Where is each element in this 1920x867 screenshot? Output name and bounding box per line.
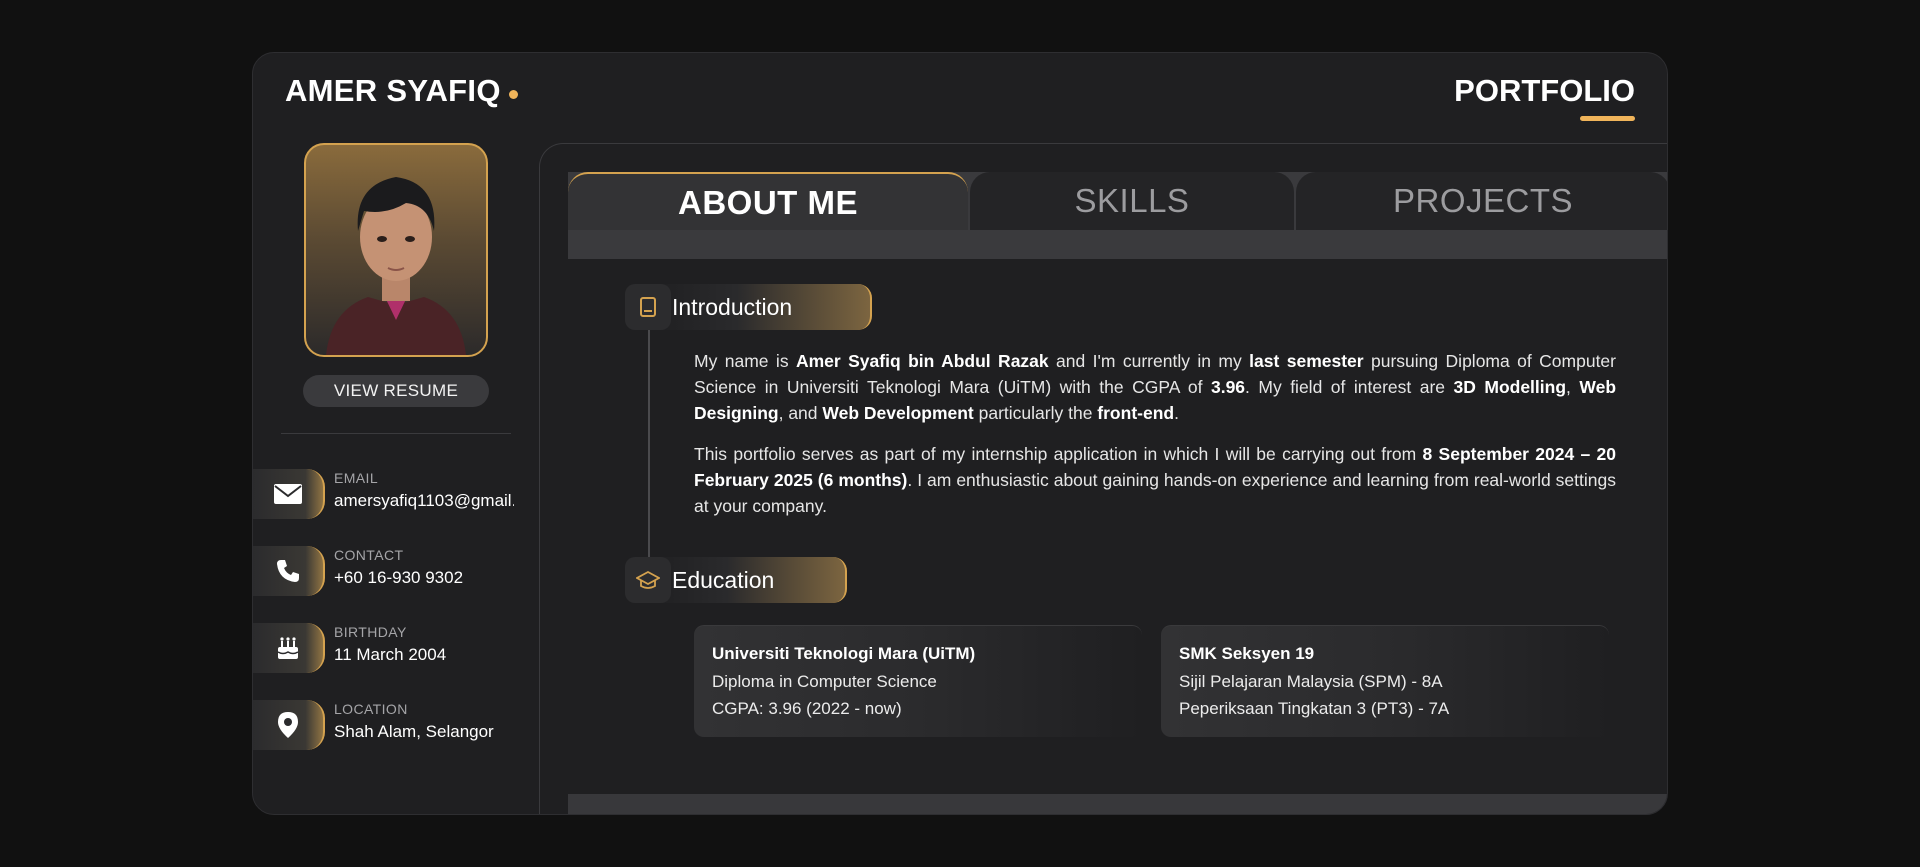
main-panel: ABOUT ME SKILLS PROJECTS Introduction My… xyxy=(539,143,1667,814)
portfolio-heading: PORTFOLIO xyxy=(1454,73,1635,108)
grade: CGPA: 3.96 (2022 - now) xyxy=(712,699,902,718)
tab-projects[interactable]: PROJECTS xyxy=(1296,172,1667,230)
education-card-smk: SMK Seksyen 19 Sijil Pelajaran Malaysia … xyxy=(1161,625,1609,737)
content-footer-bar xyxy=(568,794,1667,814)
contact-label: CONTACT xyxy=(334,547,404,563)
brand-name: AMER SYAFIQ xyxy=(285,73,501,108)
contact-birthday: BIRTHDAY 11 March 2004 xyxy=(253,623,523,673)
contact-phone: CONTACT +60 16-930 9302 xyxy=(253,546,523,596)
contact-location: LOCATION Shah Alam, Selangor xyxy=(253,700,523,750)
book-icon xyxy=(625,284,671,330)
tab-skills[interactable]: SKILLS xyxy=(970,172,1294,230)
tab-about-me[interactable]: ABOUT ME xyxy=(568,172,968,230)
birthday-label: BIRTHDAY xyxy=(334,624,407,640)
introduction-heading: Introduction xyxy=(648,284,872,330)
birthday-value: 11 March 2004 xyxy=(334,645,447,664)
contact-email: EMAIL amersyafiq1103@gmail.com xyxy=(253,469,523,519)
sidebar-divider xyxy=(281,433,511,434)
qualification: Diploma in Computer Science xyxy=(712,672,937,691)
brand-dot xyxy=(508,90,518,100)
timeline-line xyxy=(648,319,650,579)
tab-bar: ABOUT ME SKILLS PROJECTS xyxy=(568,172,1667,259)
intro-paragraph-2: This portfolio serves as part of my inte… xyxy=(694,444,1616,516)
education-heading: Education xyxy=(648,557,847,603)
phone-icon xyxy=(253,546,325,596)
profile-photo xyxy=(304,143,488,357)
school-name: SMK Seksyen 19 xyxy=(1179,644,1315,663)
phone-value[interactable]: +60 16-930 9302 xyxy=(334,568,514,588)
school-name: Universiti Teknologi Mara (UiTM) xyxy=(712,644,976,663)
cake-icon xyxy=(253,623,325,673)
intro-paragraph-1: My name is Amer Syafiq bin Abdul Razak a… xyxy=(694,351,1617,423)
mail-icon xyxy=(253,469,325,519)
qualification: Sijil Pelajaran Malaysia (SPM) - 8A xyxy=(1179,672,1443,691)
graduation-cap-icon xyxy=(625,557,671,603)
email-value[interactable]: amersyafiq1103@gmail.com xyxy=(334,491,514,511)
portfolio-card: AMER SYAFIQ PORTFOLIO VIEW RESUME EMAIL … xyxy=(252,52,1668,815)
location-value: Shah Alam, Selangor xyxy=(334,722,494,741)
email-label: EMAIL xyxy=(334,470,379,486)
view-resume-button[interactable]: VIEW RESUME xyxy=(303,375,489,407)
education-card-uitm: Universiti Teknologi Mara (UiTM) Diploma… xyxy=(694,625,1142,737)
location-label: LOCATION xyxy=(334,701,408,717)
location-pin-icon xyxy=(253,700,325,750)
brand-title: AMER SYAFIQ xyxy=(285,73,518,109)
grade: Peperiksaan Tingkatan 3 (PT3) - 7A xyxy=(1179,699,1450,718)
about-content: Introduction My name is Amer Syafiq bin … xyxy=(568,259,1667,794)
person-photo-icon xyxy=(326,177,466,355)
portfolio-underline xyxy=(1580,116,1635,121)
